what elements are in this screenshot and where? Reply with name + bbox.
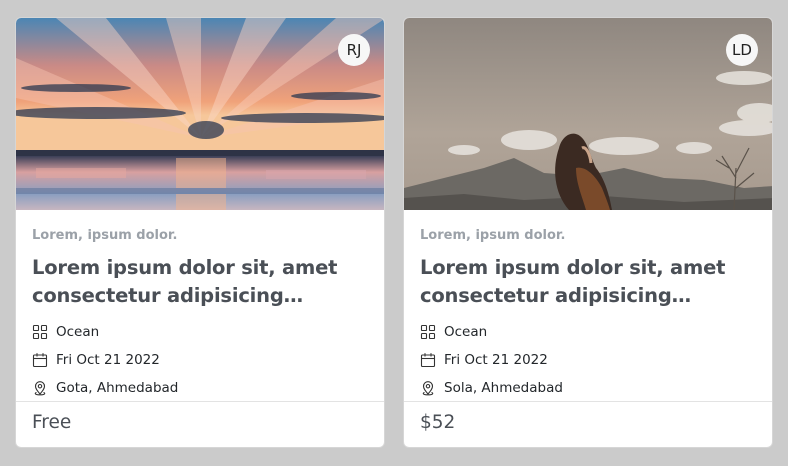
calendar-icon — [420, 353, 436, 368]
meta-category: Ocean — [32, 318, 372, 346]
meta-location: Gota, Ahmedabad — [32, 374, 372, 402]
date-label: Fri Oct 21 2022 — [444, 352, 548, 368]
user-avatar[interactable]: LD — [726, 34, 758, 66]
map-pin-icon — [34, 381, 46, 396]
category-label: Ocean — [444, 324, 488, 340]
grid-icon — [32, 324, 48, 340]
location-label: Gota, Ahmedabad — [56, 380, 179, 396]
category-label: Ocean — [56, 324, 100, 340]
meta-location: Sola, Ahmedabad — [420, 374, 760, 402]
user-avatar[interactable]: RJ — [338, 34, 370, 66]
card-image-mountain: LD — [404, 18, 772, 210]
date-label: Fri Oct 21 2022 — [56, 352, 160, 368]
grid-icon — [420, 324, 436, 340]
card-image-sunset: RJ — [16, 18, 384, 210]
map-pin-icon — [422, 381, 434, 396]
event-card[interactable]: LD Lorem, ipsum dolor. Lorem ipsum dolor… — [403, 17, 773, 448]
calendar-icon — [32, 353, 48, 368]
card-title[interactable]: Lorem ipsum dolor sit, amet consectetur … — [420, 254, 760, 310]
card-subtitle: Lorem, ipsum dolor. — [420, 228, 566, 243]
price-label: $52 — [420, 412, 456, 433]
meta-category: Ocean — [420, 318, 760, 346]
meta-date: Fri Oct 21 2022 — [32, 346, 372, 374]
meta-date: Fri Oct 21 2022 — [420, 346, 760, 374]
card-footer: Free — [16, 401, 384, 447]
card-footer: $52 — [404, 401, 772, 447]
card-title[interactable]: Lorem ipsum dolor sit, amet consectetur … — [32, 254, 372, 310]
location-label: Sola, Ahmedabad — [444, 380, 563, 396]
price-label: Free — [32, 412, 72, 433]
event-card[interactable]: RJ Lorem, ipsum dolor. Lorem ipsum dolor… — [15, 17, 385, 448]
card-subtitle: Lorem, ipsum dolor. — [32, 228, 178, 243]
